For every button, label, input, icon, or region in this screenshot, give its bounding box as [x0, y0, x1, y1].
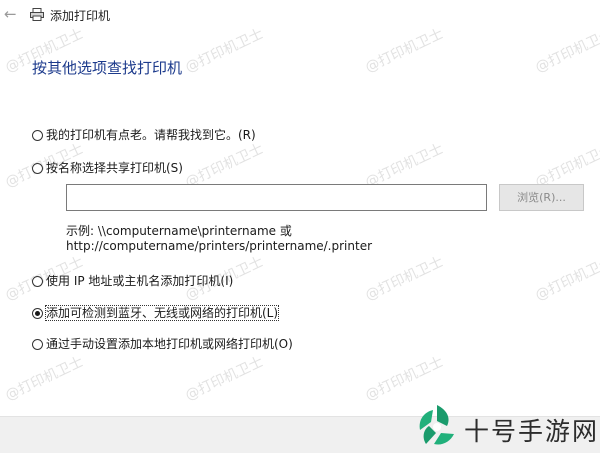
watermark: @打印机卫士	[362, 25, 446, 76]
option-shared-printer[interactable]: 按名称选择共享打印机(S)	[32, 159, 183, 176]
watermark: @打印机卫士	[182, 353, 266, 404]
example-text-line-1: 示例: \\computername\printername 或	[66, 224, 292, 238]
back-arrow-icon[interactable]: ←	[4, 6, 17, 22]
brand-leaf-icon	[419, 405, 454, 445]
option-label: 使用 IP 地址或主机名添加打印机(I)	[46, 274, 234, 288]
watermark: @打印机卫士	[182, 25, 266, 76]
option-ip-hostname[interactable]: 使用 IP 地址或主机名添加打印机(I)	[32, 272, 233, 289]
printer-icon	[30, 8, 44, 21]
browse-button[interactable]: 浏览(R)...	[499, 184, 584, 211]
page-heading: 按其他选项查找打印机	[32, 59, 183, 77]
option-bluetooth-wireless-network[interactable]: 添加可检测到蓝牙、无线或网络的打印机(L)	[32, 304, 280, 321]
watermark: @打印机卫士	[2, 353, 86, 404]
example-text-line-2: http://computername/printers/printername…	[66, 239, 373, 253]
option-old-printer[interactable]: 我的打印机有点老。请帮我找到它。(R)	[32, 126, 256, 143]
watermark: @打印机卫士	[532, 253, 600, 304]
watermark: @打印机卫士	[532, 25, 600, 76]
shared-printer-name-input[interactable]	[66, 184, 487, 211]
radio-old-printer[interactable]	[32, 130, 43, 141]
radio-bluetooth-wireless-network[interactable]	[32, 308, 43, 319]
option-label: 添加可检测到蓝牙、无线或网络的打印机(L)	[44, 305, 280, 321]
brand-name: 十号手游网	[464, 417, 600, 446]
option-label: 我的打印机有点老。请帮我找到它。(R)	[46, 128, 256, 142]
window-title: 添加打印机	[50, 9, 111, 23]
brand-logo: 十号手游网	[406, 396, 600, 452]
watermark: @打印机卫士	[362, 253, 446, 304]
option-label: 通过手动设置添加本地打印机或网络打印机(O)	[46, 337, 293, 351]
title-bar: ← 添加打印机	[0, 0, 600, 30]
option-label: 按名称选择共享打印机(S)	[46, 161, 183, 175]
radio-manual-setup[interactable]	[32, 339, 43, 350]
radio-ip-hostname[interactable]	[32, 276, 43, 287]
option-manual-setup[interactable]: 通过手动设置添加本地打印机或网络打印机(O)	[32, 335, 293, 352]
radio-shared-printer[interactable]	[32, 163, 43, 174]
